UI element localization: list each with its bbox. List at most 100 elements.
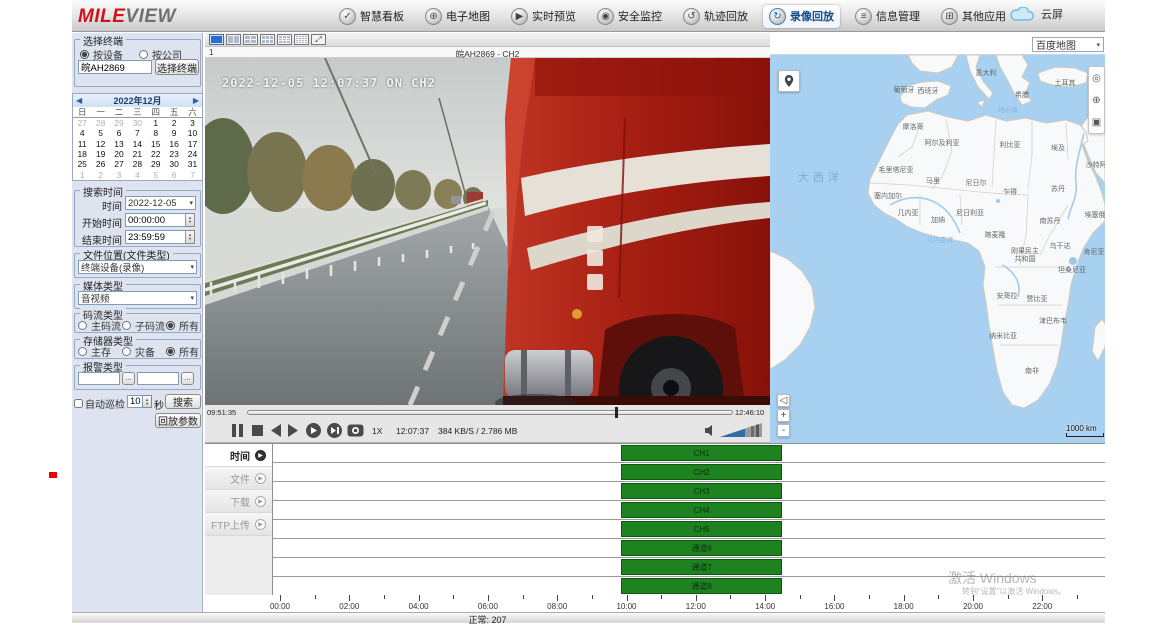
radio-button[interactable] xyxy=(78,347,87,356)
nav-item-other-apps[interactable]: ⊞其他应用 xyxy=(935,5,1012,28)
playback-params-button[interactable]: 回放参数 xyxy=(155,413,201,428)
channel-row-CH1[interactable]: CH1 xyxy=(273,444,1105,463)
recording-bar[interactable]: CH3 xyxy=(621,483,783,499)
map-zoom-in-button[interactable]: + xyxy=(777,409,790,422)
timeline-tab-时间[interactable]: 时间▶ xyxy=(205,444,272,467)
radio-stream-type-子码流[interactable]: 子码流 xyxy=(122,318,165,333)
radio-button[interactable] xyxy=(139,50,148,59)
calendar-day[interactable]: 28 xyxy=(91,118,109,128)
map-provider-select[interactable]: 百度地图 ▾ xyxy=(1032,37,1104,52)
calendar-next-icon[interactable]: ▶ xyxy=(193,96,199,105)
radio-button[interactable] xyxy=(80,50,89,59)
radio-button[interactable] xyxy=(122,321,131,330)
calendar-day[interactable]: 18 xyxy=(73,149,91,159)
layout-6-button[interactable] xyxy=(260,34,275,45)
nav-item-track-playback[interactable]: ↺轨迹回放 xyxy=(677,5,754,28)
calendar-day[interactable]: 28 xyxy=(128,159,146,169)
recording-bar[interactable]: CH2 xyxy=(621,464,783,480)
calendar-day[interactable]: 5 xyxy=(91,128,109,138)
channel-row-CH3[interactable]: CH3 xyxy=(273,482,1105,501)
calendar-day[interactable]: 24 xyxy=(183,149,201,159)
calendar-day[interactable]: 4 xyxy=(73,128,91,138)
globe-tool-icon[interactable]: ⊕ xyxy=(1092,95,1100,106)
auto-patrol-spinner[interactable]: ▲▼ xyxy=(127,395,152,408)
calendar-day[interactable]: 30 xyxy=(165,159,183,169)
calendar-day[interactable]: 13 xyxy=(110,139,128,149)
calendar-day[interactable]: 3 xyxy=(110,170,128,180)
calendar-day[interactable]: 7 xyxy=(128,128,146,138)
nav-item-info-management[interactable]: ≡信息管理 xyxy=(849,5,926,28)
fast-play-button[interactable] xyxy=(326,422,343,439)
radio-button[interactable] xyxy=(122,347,131,356)
calendar-day[interactable]: 2 xyxy=(165,118,183,128)
recording-bar[interactable]: 通道6 xyxy=(621,540,783,556)
radio-storage-type-所有[interactable]: 所有 xyxy=(166,344,199,359)
streetview-tool-icon[interactable]: ◎ xyxy=(1092,73,1101,84)
calendar-day[interactable]: 3 xyxy=(183,118,201,128)
timeline-tab-FTP上传[interactable]: FTP上传▶ xyxy=(205,513,272,536)
speaker-icon[interactable] xyxy=(704,424,717,437)
alarm-browse-button-1[interactable]: ... xyxy=(122,372,135,385)
layout-16-button[interactable] xyxy=(294,34,309,45)
calendar-day[interactable]: 16 xyxy=(165,139,183,149)
calendar-day[interactable]: 26 xyxy=(91,159,109,169)
alarm-type-input-2[interactable] xyxy=(137,372,179,385)
play-button[interactable] xyxy=(287,423,300,438)
calendar-day[interactable]: 31 xyxy=(183,159,201,169)
video-frame[interactable] xyxy=(205,58,770,405)
calendar-day[interactable]: 11 xyxy=(73,139,91,149)
calendar-day[interactable]: 22 xyxy=(147,149,165,159)
recording-bar[interactable]: 通道8 xyxy=(621,578,783,594)
calendar-day[interactable]: 27 xyxy=(110,159,128,169)
calendar-day[interactable]: 19 xyxy=(91,149,109,159)
nav-item-dashboard[interactable]: ✓智慧看板 xyxy=(333,5,410,28)
channel-row-通道6[interactable]: 通道6 xyxy=(273,539,1105,558)
spinner-arrows-icon[interactable]: ▲▼ xyxy=(143,395,152,408)
nav-item-security-monitor[interactable]: ◉安全监控 xyxy=(591,5,668,28)
calendar-day[interactable]: 5 xyxy=(147,170,165,180)
fullscreen-button[interactable]: ⤢ xyxy=(311,34,326,45)
calendar-day[interactable]: 17 xyxy=(183,139,201,149)
step-back-button[interactable] xyxy=(269,423,282,438)
calendar-day[interactable]: 12 xyxy=(91,139,109,149)
file-location-select[interactable]: 终端设备(录像) ▾ xyxy=(78,260,197,274)
calendar-day[interactable]: 10 xyxy=(183,128,201,138)
layout-4-button[interactable] xyxy=(243,34,258,45)
seek-thumb[interactable] xyxy=(615,407,618,418)
date-select[interactable]: 2022-12-05 ▾ xyxy=(125,196,196,210)
map-pan-button[interactable]: ◁ xyxy=(777,394,790,407)
start-time-spinner[interactable]: ▲▼ xyxy=(125,213,195,227)
radio-storage-type-灾备[interactable]: 灾备 xyxy=(122,344,155,359)
end-time-input[interactable] xyxy=(125,230,186,244)
radio-button[interactable] xyxy=(166,321,175,330)
nav-item-emap[interactable]: ⊕电子地图 xyxy=(419,5,496,28)
layout-9-button[interactable] xyxy=(277,34,292,45)
auto-patrol-checkbox[interactable] xyxy=(74,399,83,408)
calendar-day[interactable]: 29 xyxy=(147,159,165,169)
timeline-tab-文件[interactable]: 文件▶ xyxy=(205,467,272,490)
calendar-day[interactable]: 8 xyxy=(147,128,165,138)
map-locate-button[interactable] xyxy=(778,70,800,92)
slow-play-button[interactable] xyxy=(305,422,322,439)
auto-patrol-input[interactable] xyxy=(127,395,143,408)
channel-row-CH4[interactable]: CH4 xyxy=(273,501,1105,520)
volume-slider[interactable] xyxy=(720,423,762,437)
pause-button[interactable] xyxy=(231,423,244,438)
stop-button[interactable] xyxy=(251,423,264,438)
map-zoom-out-button[interactable]: - xyxy=(777,424,790,437)
radio-button[interactable] xyxy=(78,321,87,330)
timeline-tab-下载[interactable]: 下载▶ xyxy=(205,490,272,513)
calendar-day[interactable]: 6 xyxy=(165,170,183,180)
calendar-day[interactable]: 29 xyxy=(110,118,128,128)
radio-stream-type-主码流[interactable]: 主码流 xyxy=(78,318,121,333)
seek-slider[interactable] xyxy=(247,410,733,415)
alarm-browse-button-2[interactable]: ... xyxy=(181,372,194,385)
layout-2-button[interactable] xyxy=(226,34,241,45)
calendar-day[interactable]: 2 xyxy=(91,170,109,180)
calendar-day[interactable]: 20 xyxy=(110,149,128,159)
cloud-screen-button[interactable]: 云屏 xyxy=(1010,6,1063,22)
calendar-day[interactable]: 1 xyxy=(147,118,165,128)
recording-bar[interactable]: CH1 xyxy=(621,445,783,461)
end-time-spinner[interactable]: ▲▼ xyxy=(125,230,195,244)
spinner-arrows-icon[interactable]: ▲▼ xyxy=(186,230,195,244)
